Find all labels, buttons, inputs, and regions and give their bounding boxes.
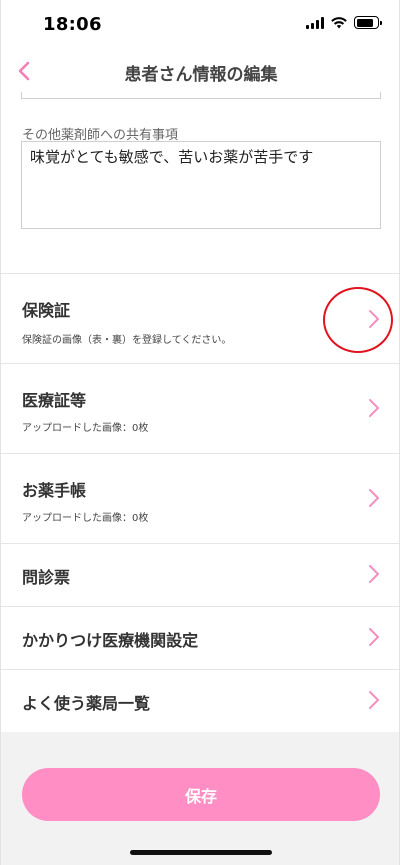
list-item-title: 医療証等 [22, 391, 87, 410]
save-button[interactable]: 保存 [22, 768, 380, 821]
screen: 18:06 患者さん情報の編集 その他薬剤師への共有事項 味覚がとても敏感で、苦… [0, 0, 400, 865]
highlight-circle [323, 287, 393, 353]
battery-icon [354, 16, 382, 29]
note-textarea[interactable]: 味覚がとても敏感で、苦いお薬が苦手です [21, 141, 381, 229]
chevron-right-icon[interactable] [367, 626, 381, 648]
status-bar: 18:06 [1, 0, 399, 50]
chevron-right-icon[interactable] [367, 487, 381, 509]
status-time: 18:06 [43, 14, 102, 35]
list-item-title: 保険証 [22, 301, 71, 320]
list-item-questionnaire[interactable]: 問診票 [1, 544, 399, 606]
list-item-subtitle: アップロードした画像：0枚 [22, 513, 149, 524]
list-item-family-clinic-settings[interactable]: かかりつけ医療機関設定 [1, 607, 399, 669]
list-item-title: よく使う薬局一覧 [22, 694, 151, 713]
signal-icon [306, 16, 324, 29]
page-title: 患者さん情報の編集 [124, 65, 278, 85]
header: 患者さん情報の編集 [1, 50, 399, 92]
chevron-right-icon[interactable] [367, 689, 381, 711]
list-item-title: 問診票 [22, 568, 71, 587]
chevron-right-icon[interactable] [367, 397, 381, 419]
list-item-medical-certificate[interactable]: 医療証等 アップロードした画像：0枚 [1, 364, 399, 453]
wifi-icon [331, 16, 347, 28]
list-item-medication-notebook[interactable]: お薬手帳 アップロードした画像：0枚 [1, 454, 399, 543]
status-icons [306, 16, 382, 29]
chevron-right-icon[interactable] [367, 563, 381, 585]
list-item-title: お薬手帳 [22, 481, 87, 500]
list-item-title: かかりつけ医療機関設定 [22, 631, 199, 650]
home-indicator [130, 850, 272, 855]
list-item-favorite-pharmacies[interactable]: よく使う薬局一覧 [1, 670, 399, 732]
list-item-subtitle: アップロードした画像：0枚 [22, 423, 149, 434]
list-item-subtitle: 保険証の画像（表・裏）を登録してください。 [22, 335, 232, 346]
